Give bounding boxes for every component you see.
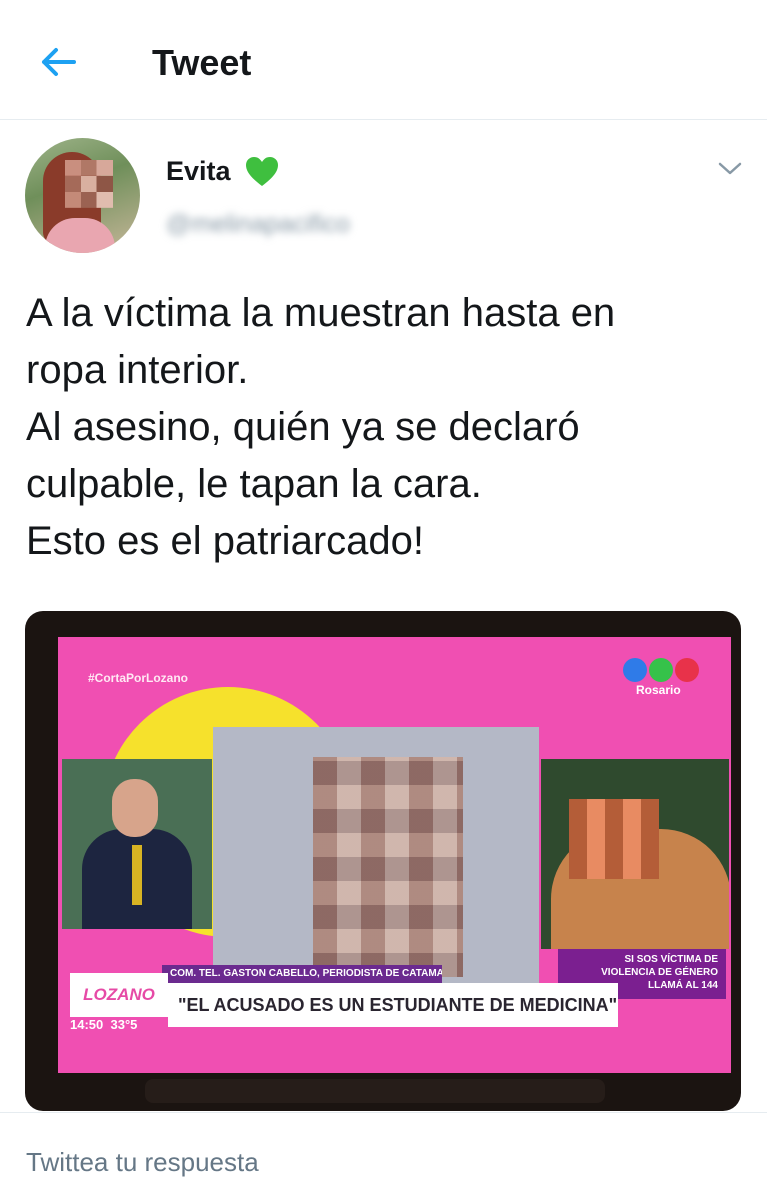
tweet-text-line: Al asesino, quién ya se declaró — [26, 405, 580, 449]
arrow-left-icon — [42, 48, 76, 76]
tweet-text-line: A la víctima la muestran hasta en — [26, 291, 616, 335]
pixelated-face — [65, 160, 113, 208]
tv-host-panel — [62, 759, 212, 929]
channel-logo-icon — [623, 658, 699, 682]
tweet-text-line: culpable, le tapan la cara. — [26, 462, 482, 506]
back-button[interactable] — [36, 42, 80, 82]
tv-credit: COM. TEL. GASTON CABELLO, PERIODISTA DE … — [162, 965, 442, 983]
tweet-text-line: ropa interior. — [26, 348, 249, 392]
tv-show-logo: LOZANO — [70, 973, 168, 1017]
tweet-text-line: Esto es el patriarcado! — [26, 519, 424, 563]
tv-hashtag: #CortaPorLozano — [88, 671, 189, 685]
tv-stand — [145, 1079, 605, 1103]
avatar[interactable] — [25, 138, 140, 253]
tv-accused-panel — [541, 759, 729, 949]
reply-bar: Twittea tu respuesta — [0, 1112, 767, 1194]
tv-city: Rosario — [636, 683, 681, 697]
green-heart-icon — [246, 157, 278, 186]
author-name[interactable]: Evita — [166, 156, 231, 187]
author-handle[interactable]: @melinapacifico — [166, 210, 350, 239]
top-bar: Tweet — [0, 0, 767, 120]
tv-headline: "EL ACUSADO ES UN ESTUDIANTE DE MEDICINA… — [168, 983, 618, 1027]
chevron-down-icon[interactable] — [716, 156, 744, 180]
tv-time-temp: 14:50 33°5 — [70, 1017, 190, 1035]
tweet-media-photo[interactable]: #CortaPorLozano Rosario SI SOS VÍCTIMA D… — [25, 611, 741, 1111]
tv-temperature: 33°5 — [110, 1017, 138, 1032]
tweet-text: A la víctima la muestran hasta en ropa i… — [26, 285, 741, 570]
tv-victim-panel — [213, 727, 539, 989]
tv-time: 14:50 — [70, 1017, 104, 1032]
reply-input[interactable]: Twittea tu respuesta — [26, 1147, 259, 1178]
page-title: Tweet — [152, 42, 252, 83]
tv-screen: #CortaPorLozano Rosario SI SOS VÍCTIMA D… — [58, 637, 731, 1073]
